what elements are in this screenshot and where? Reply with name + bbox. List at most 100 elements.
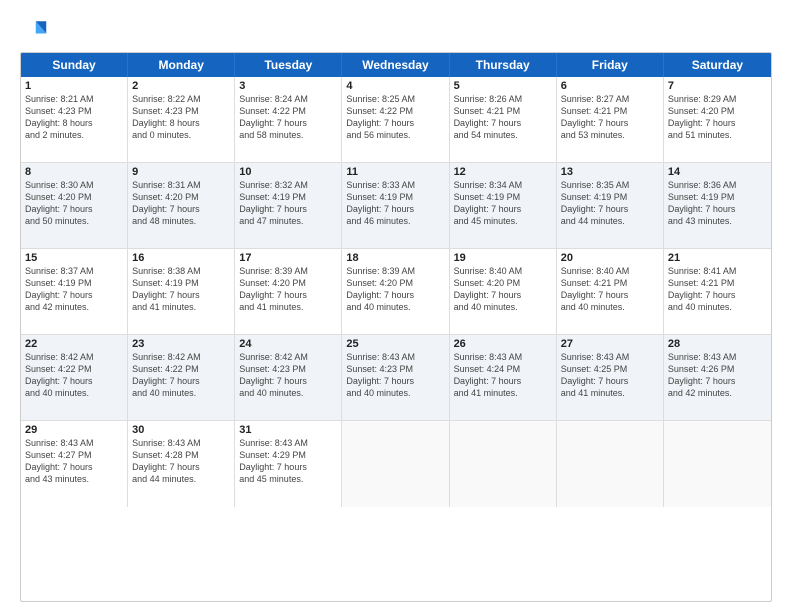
header-day-saturday: Saturday (664, 53, 771, 77)
cal-cell-10: 10Sunrise: 8:32 AMSunset: 4:19 PMDayligh… (235, 163, 342, 248)
cal-cell-12: 12Sunrise: 8:34 AMSunset: 4:19 PMDayligh… (450, 163, 557, 248)
cal-cell-27: 27Sunrise: 8:43 AMSunset: 4:25 PMDayligh… (557, 335, 664, 420)
header-day-friday: Friday (557, 53, 664, 77)
cal-cell-25: 25Sunrise: 8:43 AMSunset: 4:23 PMDayligh… (342, 335, 449, 420)
cal-cell-1: 1Sunrise: 8:21 AMSunset: 4:23 PMDaylight… (21, 77, 128, 162)
week-row-1: 1Sunrise: 8:21 AMSunset: 4:23 PMDaylight… (21, 77, 771, 163)
day-info: Sunrise: 8:22 AMSunset: 4:23 PMDaylight:… (132, 93, 230, 142)
day-info: Sunrise: 8:42 AMSunset: 4:22 PMDaylight:… (25, 351, 123, 400)
day-number: 23 (132, 338, 230, 350)
day-number: 4 (346, 80, 444, 92)
cal-cell-19: 19Sunrise: 8:40 AMSunset: 4:20 PMDayligh… (450, 249, 557, 334)
cal-cell-18: 18Sunrise: 8:39 AMSunset: 4:20 PMDayligh… (342, 249, 449, 334)
cal-cell-empty (664, 421, 771, 507)
day-info: Sunrise: 8:34 AMSunset: 4:19 PMDaylight:… (454, 179, 552, 228)
day-info: Sunrise: 8:43 AMSunset: 4:28 PMDaylight:… (132, 437, 230, 486)
day-info: Sunrise: 8:26 AMSunset: 4:21 PMDaylight:… (454, 93, 552, 142)
cal-cell-empty (557, 421, 664, 507)
day-number: 29 (25, 424, 123, 436)
day-info: Sunrise: 8:21 AMSunset: 4:23 PMDaylight:… (25, 93, 123, 142)
day-info: Sunrise: 8:25 AMSunset: 4:22 PMDaylight:… (346, 93, 444, 142)
header (20, 16, 772, 44)
cal-cell-29: 29Sunrise: 8:43 AMSunset: 4:27 PMDayligh… (21, 421, 128, 507)
cal-cell-21: 21Sunrise: 8:41 AMSunset: 4:21 PMDayligh… (664, 249, 771, 334)
day-number: 26 (454, 338, 552, 350)
cal-cell-28: 28Sunrise: 8:43 AMSunset: 4:26 PMDayligh… (664, 335, 771, 420)
day-number: 31 (239, 424, 337, 436)
day-number: 18 (346, 252, 444, 264)
cal-cell-11: 11Sunrise: 8:33 AMSunset: 4:19 PMDayligh… (342, 163, 449, 248)
day-info: Sunrise: 8:29 AMSunset: 4:20 PMDaylight:… (668, 93, 767, 142)
cal-cell-2: 2Sunrise: 8:22 AMSunset: 4:23 PMDaylight… (128, 77, 235, 162)
day-number: 11 (346, 166, 444, 178)
day-info: Sunrise: 8:37 AMSunset: 4:19 PMDaylight:… (25, 265, 123, 314)
day-number: 25 (346, 338, 444, 350)
week-row-3: 15Sunrise: 8:37 AMSunset: 4:19 PMDayligh… (21, 249, 771, 335)
cal-cell-23: 23Sunrise: 8:42 AMSunset: 4:22 PMDayligh… (128, 335, 235, 420)
day-info: Sunrise: 8:27 AMSunset: 4:21 PMDaylight:… (561, 93, 659, 142)
day-number: 6 (561, 80, 659, 92)
cal-cell-3: 3Sunrise: 8:24 AMSunset: 4:22 PMDaylight… (235, 77, 342, 162)
day-info: Sunrise: 8:43 AMSunset: 4:24 PMDaylight:… (454, 351, 552, 400)
day-info: Sunrise: 8:31 AMSunset: 4:20 PMDaylight:… (132, 179, 230, 228)
cal-cell-empty (342, 421, 449, 507)
day-number: 17 (239, 252, 337, 264)
day-info: Sunrise: 8:43 AMSunset: 4:23 PMDaylight:… (346, 351, 444, 400)
day-number: 27 (561, 338, 659, 350)
cal-cell-22: 22Sunrise: 8:42 AMSunset: 4:22 PMDayligh… (21, 335, 128, 420)
cal-cell-24: 24Sunrise: 8:42 AMSunset: 4:23 PMDayligh… (235, 335, 342, 420)
day-info: Sunrise: 8:43 AMSunset: 4:27 PMDaylight:… (25, 437, 123, 486)
day-info: Sunrise: 8:35 AMSunset: 4:19 PMDaylight:… (561, 179, 659, 228)
day-number: 2 (132, 80, 230, 92)
day-number: 24 (239, 338, 337, 350)
day-info: Sunrise: 8:43 AMSunset: 4:25 PMDaylight:… (561, 351, 659, 400)
cal-cell-5: 5Sunrise: 8:26 AMSunset: 4:21 PMDaylight… (450, 77, 557, 162)
calendar: SundayMondayTuesdayWednesdayThursdayFrid… (20, 52, 772, 602)
day-number: 13 (561, 166, 659, 178)
day-info: Sunrise: 8:24 AMSunset: 4:22 PMDaylight:… (239, 93, 337, 142)
day-number: 16 (132, 252, 230, 264)
cal-cell-20: 20Sunrise: 8:40 AMSunset: 4:21 PMDayligh… (557, 249, 664, 334)
day-number: 15 (25, 252, 123, 264)
header-day-sunday: Sunday (21, 53, 128, 77)
calendar-body: 1Sunrise: 8:21 AMSunset: 4:23 PMDaylight… (21, 77, 771, 507)
day-number: 19 (454, 252, 552, 264)
day-number: 3 (239, 80, 337, 92)
cal-cell-30: 30Sunrise: 8:43 AMSunset: 4:28 PMDayligh… (128, 421, 235, 507)
logo-icon (20, 16, 48, 44)
day-info: Sunrise: 8:43 AMSunset: 4:26 PMDaylight:… (668, 351, 767, 400)
cal-cell-13: 13Sunrise: 8:35 AMSunset: 4:19 PMDayligh… (557, 163, 664, 248)
day-info: Sunrise: 8:42 AMSunset: 4:23 PMDaylight:… (239, 351, 337, 400)
cal-cell-9: 9Sunrise: 8:31 AMSunset: 4:20 PMDaylight… (128, 163, 235, 248)
day-number: 7 (668, 80, 767, 92)
day-number: 20 (561, 252, 659, 264)
header-day-wednesday: Wednesday (342, 53, 449, 77)
day-number: 9 (132, 166, 230, 178)
day-number: 28 (668, 338, 767, 350)
header-day-thursday: Thursday (450, 53, 557, 77)
day-info: Sunrise: 8:36 AMSunset: 4:19 PMDaylight:… (668, 179, 767, 228)
day-number: 10 (239, 166, 337, 178)
cal-cell-17: 17Sunrise: 8:39 AMSunset: 4:20 PMDayligh… (235, 249, 342, 334)
day-number: 22 (25, 338, 123, 350)
cal-cell-7: 7Sunrise: 8:29 AMSunset: 4:20 PMDaylight… (664, 77, 771, 162)
calendar-header: SundayMondayTuesdayWednesdayThursdayFrid… (21, 53, 771, 77)
cal-cell-6: 6Sunrise: 8:27 AMSunset: 4:21 PMDaylight… (557, 77, 664, 162)
day-info: Sunrise: 8:42 AMSunset: 4:22 PMDaylight:… (132, 351, 230, 400)
day-info: Sunrise: 8:32 AMSunset: 4:19 PMDaylight:… (239, 179, 337, 228)
header-day-monday: Monday (128, 53, 235, 77)
week-row-5: 29Sunrise: 8:43 AMSunset: 4:27 PMDayligh… (21, 421, 771, 507)
cal-cell-31: 31Sunrise: 8:43 AMSunset: 4:29 PMDayligh… (235, 421, 342, 507)
day-info: Sunrise: 8:38 AMSunset: 4:19 PMDaylight:… (132, 265, 230, 314)
day-number: 12 (454, 166, 552, 178)
header-day-tuesday: Tuesday (235, 53, 342, 77)
cal-cell-16: 16Sunrise: 8:38 AMSunset: 4:19 PMDayligh… (128, 249, 235, 334)
day-number: 14 (668, 166, 767, 178)
week-row-4: 22Sunrise: 8:42 AMSunset: 4:22 PMDayligh… (21, 335, 771, 421)
cal-cell-empty (450, 421, 557, 507)
day-number: 1 (25, 80, 123, 92)
cal-cell-14: 14Sunrise: 8:36 AMSunset: 4:19 PMDayligh… (664, 163, 771, 248)
cal-cell-4: 4Sunrise: 8:25 AMSunset: 4:22 PMDaylight… (342, 77, 449, 162)
day-info: Sunrise: 8:43 AMSunset: 4:29 PMDaylight:… (239, 437, 337, 486)
cal-cell-8: 8Sunrise: 8:30 AMSunset: 4:20 PMDaylight… (21, 163, 128, 248)
